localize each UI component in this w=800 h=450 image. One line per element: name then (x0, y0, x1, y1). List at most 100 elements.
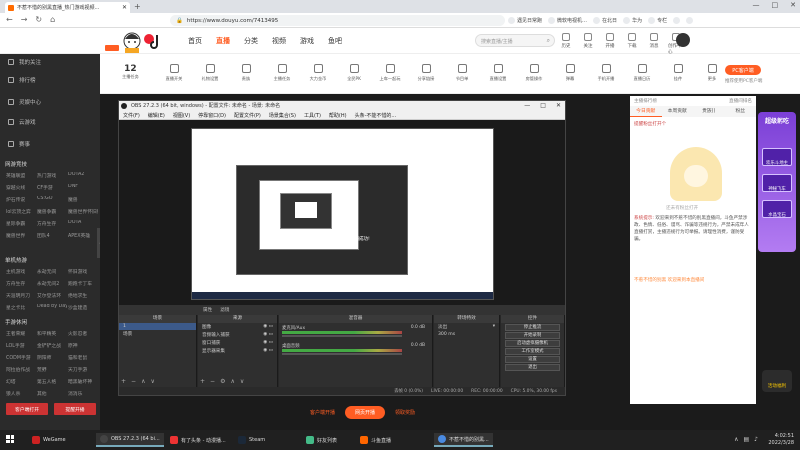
menu-scene-collection[interactable]: 场景集合(S) (269, 112, 296, 119)
avatar[interactable] (676, 33, 690, 47)
open-client-button[interactable]: 客户端打开 (6, 403, 48, 415)
start-record-button[interactable]: 开始录制 (505, 332, 560, 339)
exit-button[interactable]: 退出 (505, 364, 560, 371)
tool-item[interactable]: 直播开关 (160, 64, 188, 82)
header-start-live[interactable]: 开播 (602, 33, 618, 55)
transition-duration[interactable]: 300 ms (434, 331, 499, 338)
promo-item[interactable]: 水晶宝石 (762, 200, 792, 218)
pc-client-button[interactable]: PC客户端 (725, 65, 761, 75)
remind-live-button[interactable]: 提醒开播 (54, 403, 96, 415)
nav-home[interactable]: 首页 (188, 36, 202, 46)
new-tab-button[interactable]: + (134, 2, 141, 11)
back-arrow-icon[interactable]: ← (6, 15, 13, 24)
header-download[interactable]: 下载 (624, 33, 640, 55)
promo-banner[interactable]: 超级躬吃 欢乐斗地主 神秘飞车 水晶宝石 (758, 112, 796, 252)
tool-item[interactable]: 礼物设置 (196, 64, 224, 82)
tool-item[interactable]: 上车一起玩 (376, 64, 404, 82)
tool-item[interactable]: 房管操作 (520, 64, 548, 82)
down-icon[interactable]: ∨ (150, 378, 154, 385)
scene-item[interactable]: 场景 (119, 330, 196, 338)
tool-item[interactable]: 贵族 (232, 64, 260, 82)
menu-file[interactable]: 文件(F) (123, 112, 140, 119)
fan-hint[interactable]: 提醒粉丝打开个 (634, 121, 666, 127)
sidebar-item-center[interactable]: 灵娱中心 (0, 96, 100, 108)
tool-item[interactable]: 大力金币 (304, 64, 332, 82)
eye-lock-icon[interactable]: ◉ ▭ (263, 324, 273, 330)
bookmark-item[interactable]: 专栏 (648, 17, 667, 24)
obs-preview[interactable]: 头条平台开播成功! (119, 120, 565, 305)
client-live-button[interactable]: 客户端开播 (310, 409, 335, 416)
menu-edit[interactable]: 编辑(E) (148, 112, 165, 119)
nav-games[interactable]: 游戏 (300, 36, 314, 46)
taskbar-app[interactable]: 有了头条 - 动漫播... (166, 433, 230, 447)
promo-item[interactable]: 欢乐斗地主 (762, 148, 792, 166)
room-rank-tab[interactable]: 直播间排名 (729, 98, 752, 104)
volume-icon[interactable]: ♪ (754, 436, 758, 443)
menu-help[interactable]: 帮助(H) (329, 112, 347, 119)
up-icon[interactable]: ∧ (141, 378, 145, 385)
virtual-camera-button[interactable]: 启动虚拟摄像机 (505, 340, 560, 347)
nav-yuba[interactable]: 鱼吧 (328, 36, 342, 46)
tool-item[interactable]: 主播任务 (268, 64, 296, 82)
tool-item[interactable]: 挂件 (664, 64, 692, 82)
home-icon[interactable]: ⌂ (50, 15, 55, 24)
nav-live[interactable]: 直播 (216, 36, 230, 46)
header-messages[interactable]: 消息 (646, 33, 662, 55)
menu-docks[interactable]: 停靠窗口(D) (198, 112, 226, 119)
tool-item[interactable]: 直播设置 (484, 64, 512, 82)
tool-item[interactable]: 弹幕 (556, 64, 584, 82)
url-input[interactable]: 🔒 https://www.douyu.com/7413495 (170, 15, 505, 26)
network-icon[interactable]: ▤ (743, 436, 749, 443)
remove-icon[interactable]: − (131, 378, 136, 385)
source-item[interactable]: 音频输入捕获 ◉ ▭ (198, 331, 277, 339)
taskbar-app[interactable]: WeGame (28, 433, 70, 447)
nav-category[interactable]: 分类 (244, 36, 258, 46)
properties-button[interactable]: 属性 (203, 307, 212, 313)
nav-video[interactable]: 视频 (272, 36, 286, 46)
taskbar-clock[interactable]: 4:02:51 2022/3/28 (768, 433, 794, 447)
reload-icon[interactable]: ↻ (35, 15, 42, 24)
eye-lock-icon[interactable]: ◉ ▭ (263, 332, 273, 338)
close-window-button[interactable]: ✕ (556, 101, 561, 111)
minimize-button[interactable]: — (524, 101, 530, 111)
extension-icon[interactable] (673, 17, 681, 24)
tool-item[interactable]: 更多 (698, 64, 726, 82)
taskbar-app[interactable]: Steam (234, 433, 269, 447)
sidebar-item-events[interactable]: 赛事 (0, 138, 100, 150)
menu-view[interactable]: 视图(V) (173, 112, 190, 119)
tab-week-contribution[interactable]: 本周贡献 (662, 106, 694, 117)
eye-lock-icon[interactable]: ◉ ▭ (263, 340, 273, 346)
claim-reward-button[interactable]: 领取奖励 (395, 409, 415, 416)
chevron-up-icon[interactable]: ∧ (734, 436, 738, 443)
menu-plugin[interactable]: 头条-不能不惜的... (355, 112, 397, 119)
stop-stream-button[interactable]: 停止推流 (505, 324, 560, 331)
scene-item[interactable]: 1 (119, 323, 196, 330)
taskbar-app[interactable]: 好友列表 (302, 433, 341, 447)
browser-tab-active[interactable]: 不惹不惜的别黑直播_热门游戏视频... ✕ (5, 2, 130, 13)
header-follow[interactable]: 关注 (580, 33, 596, 55)
menu-profile[interactable]: 配置文件(P) (234, 112, 261, 119)
taskbar-app[interactable]: 斗鱼直播 (356, 433, 395, 447)
close-window-button[interactable]: ✕ (790, 1, 796, 9)
add-icon[interactable]: + (121, 378, 126, 385)
site-search-input[interactable]: 搜索直播/主播 ⌕ (475, 34, 555, 47)
minimize-button[interactable]: — (753, 1, 760, 9)
taskbar-app[interactable]: OBS 27.2.3 (64 bi... (96, 433, 164, 447)
sidebar-item-cloud-game[interactable]: 云游戏 (0, 116, 100, 128)
source-item[interactable]: 图像 ◉ ▭ (198, 323, 277, 331)
add-icon[interactable]: + (200, 378, 205, 385)
volume-slider[interactable] (282, 335, 402, 337)
eye-lock-icon[interactable]: ◉ ▭ (263, 348, 273, 354)
bookmark-item[interactable]: 遇见日常跑 (508, 17, 542, 24)
transition-select[interactable]: 淡出 ▾ (434, 323, 499, 331)
taskbar-app[interactable]: 不惹不惜的别黑... (434, 433, 493, 447)
gear-icon[interactable]: ⚙ (220, 378, 225, 385)
bookmark-item[interactable]: 华为 (623, 17, 642, 24)
windows-start-icon[interactable] (6, 435, 14, 443)
tool-item[interactable]: 直播日历 (628, 64, 656, 82)
sidebar-item-rank[interactable]: 排行榜 (0, 74, 100, 86)
down-icon[interactable]: ∨ (240, 378, 244, 385)
anchor-rank-tab[interactable]: 主播排行榜 (634, 98, 657, 104)
tool-item[interactable]: 节目单 (448, 64, 476, 82)
web-live-button[interactable]: 网页开播 (345, 406, 386, 419)
